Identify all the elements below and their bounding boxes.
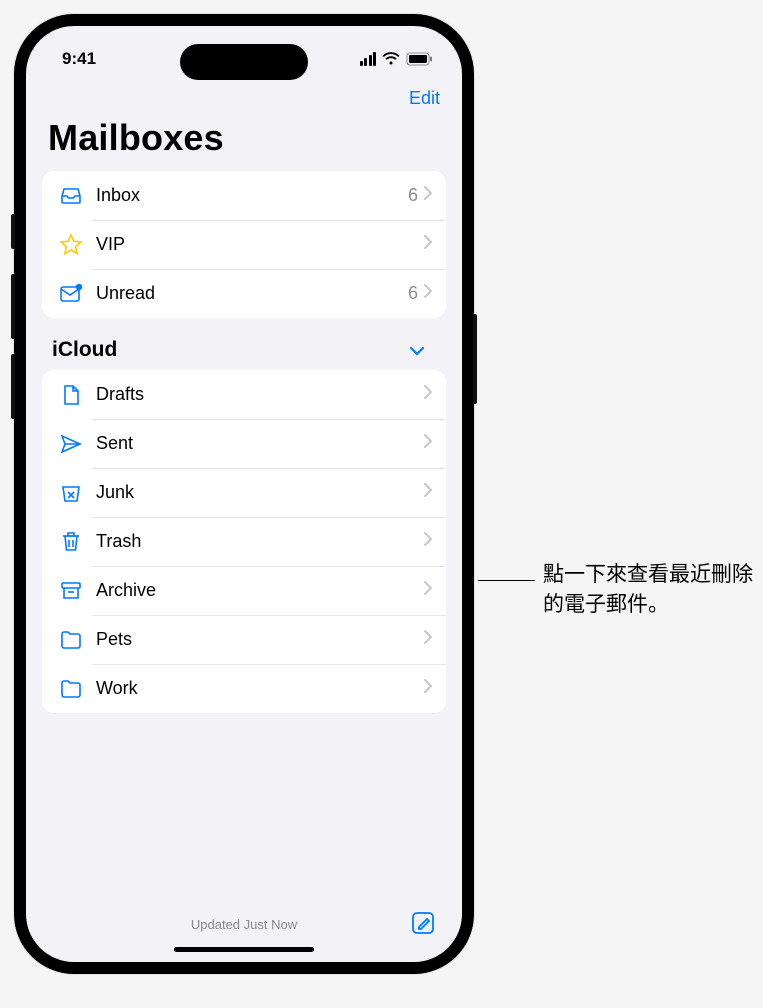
battery-icon	[406, 52, 434, 66]
folder-label: Trash	[96, 531, 424, 552]
junk-icon	[56, 481, 86, 505]
compose-button[interactable]	[410, 910, 436, 939]
drafts-icon	[56, 383, 86, 407]
callout-text: 點一下來查看最近刪除的電子郵件。	[543, 560, 763, 621]
chevron-right-icon	[424, 235, 432, 254]
archive-icon	[56, 579, 86, 603]
unread-icon	[56, 282, 86, 306]
status-icons	[360, 52, 435, 66]
chevron-right-icon	[424, 186, 432, 205]
wifi-icon	[382, 52, 400, 66]
chevron-right-icon	[424, 679, 432, 698]
sent-icon	[56, 432, 86, 456]
dynamic-island	[180, 44, 308, 80]
page-title: Mailboxes	[26, 109, 462, 171]
folder-label: Archive	[96, 580, 424, 601]
folder-icon	[56, 628, 86, 652]
icloud-folders-group: Drafts Sent Junk	[42, 370, 446, 713]
chevron-right-icon	[424, 284, 432, 303]
folder-work[interactable]: Work	[42, 664, 446, 713]
cellular-icon	[360, 52, 377, 66]
edit-button[interactable]: Edit	[409, 88, 440, 109]
nav-bar: Edit	[26, 86, 462, 109]
callout-leader-line	[478, 580, 535, 581]
account-section-header[interactable]: iCloud	[42, 318, 446, 370]
trash-icon	[56, 530, 86, 554]
chevron-right-icon	[424, 385, 432, 404]
folder-junk[interactable]: Junk	[42, 468, 446, 517]
folder-label: Drafts	[96, 384, 424, 405]
chevron-right-icon	[424, 630, 432, 649]
folder-label: Pets	[96, 629, 424, 650]
folder-label: Sent	[96, 433, 424, 454]
folder-pets[interactable]: Pets	[42, 615, 446, 664]
annotation-callout: 點一下來查看最近刪除的電子郵件。	[478, 560, 763, 621]
compose-icon	[410, 910, 436, 936]
content: Inbox 6 VIP	[26, 171, 462, 892]
mailbox-vip[interactable]: VIP	[42, 220, 446, 269]
mailbox-inbox[interactable]: Inbox 6	[42, 171, 446, 220]
status-time: 9:41	[62, 49, 96, 69]
chevron-down-icon	[410, 338, 424, 362]
mailbox-count: 6	[408, 283, 418, 304]
mailbox-label: Inbox	[96, 185, 408, 206]
update-status: Updated Just Now	[191, 917, 297, 932]
mute-switch	[11, 214, 15, 249]
folder-trash[interactable]: Trash	[42, 517, 446, 566]
mailbox-unread[interactable]: Unread 6	[42, 269, 446, 318]
smart-mailboxes-group: Inbox 6 VIP	[42, 171, 446, 318]
chevron-right-icon	[424, 434, 432, 453]
chevron-right-icon	[424, 581, 432, 600]
folder-archive[interactable]: Archive	[42, 566, 446, 615]
folder-label: Work	[96, 678, 424, 699]
folder-drafts[interactable]: Drafts	[42, 370, 446, 419]
side-button	[473, 314, 477, 404]
chevron-right-icon	[424, 532, 432, 551]
mailbox-label: Unread	[96, 283, 408, 304]
inbox-icon	[56, 184, 86, 208]
mailbox-count: 6	[408, 185, 418, 206]
volume-down	[11, 354, 15, 419]
folder-label: Junk	[96, 482, 424, 503]
chevron-right-icon	[424, 483, 432, 502]
star-icon	[56, 233, 86, 257]
account-name: iCloud	[52, 338, 117, 362]
home-indicator	[174, 947, 314, 952]
iphone-frame: 9:41 Edit Mailboxes	[14, 14, 474, 974]
folder-sent[interactable]: Sent	[42, 419, 446, 468]
volume-up	[11, 274, 15, 339]
screen: 9:41 Edit Mailboxes	[26, 26, 462, 962]
mailbox-label: VIP	[96, 234, 418, 255]
folder-icon	[56, 677, 86, 701]
